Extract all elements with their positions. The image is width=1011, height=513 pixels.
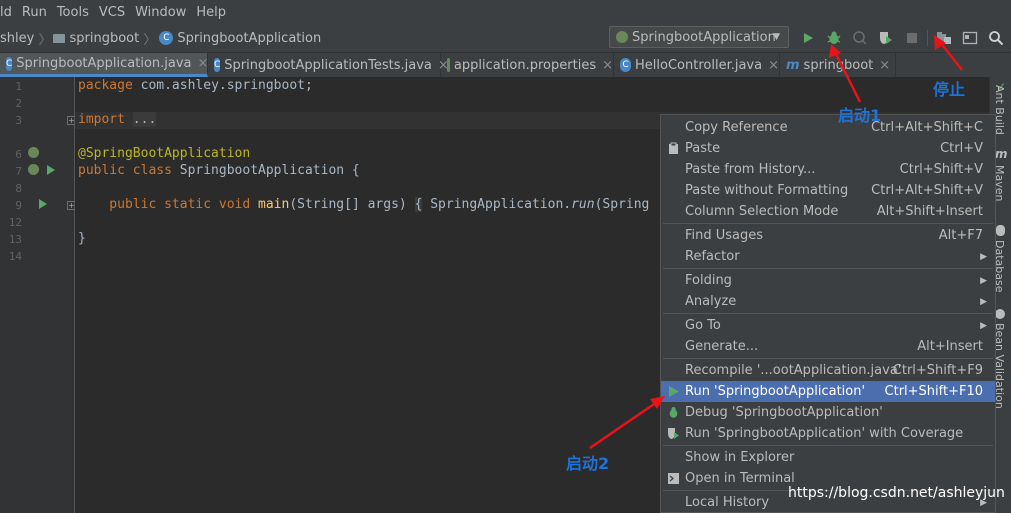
arrow-start1 bbox=[833, 51, 862, 103]
arrow-head-icon bbox=[650, 396, 665, 409]
annotation-arrows bbox=[589, 35, 963, 450]
annotation-start1: 启动1 bbox=[838, 106, 882, 125]
watermark: https://blog.csdn.net/ashleyjun bbox=[788, 485, 1005, 501]
arrow-head-icon bbox=[829, 44, 841, 58]
arrow-stop bbox=[939, 41, 963, 71]
annotation-start2: 启动2 bbox=[566, 454, 610, 473]
annotation-stop: 停止 bbox=[933, 80, 966, 99]
arrow-start2 bbox=[589, 400, 658, 450]
